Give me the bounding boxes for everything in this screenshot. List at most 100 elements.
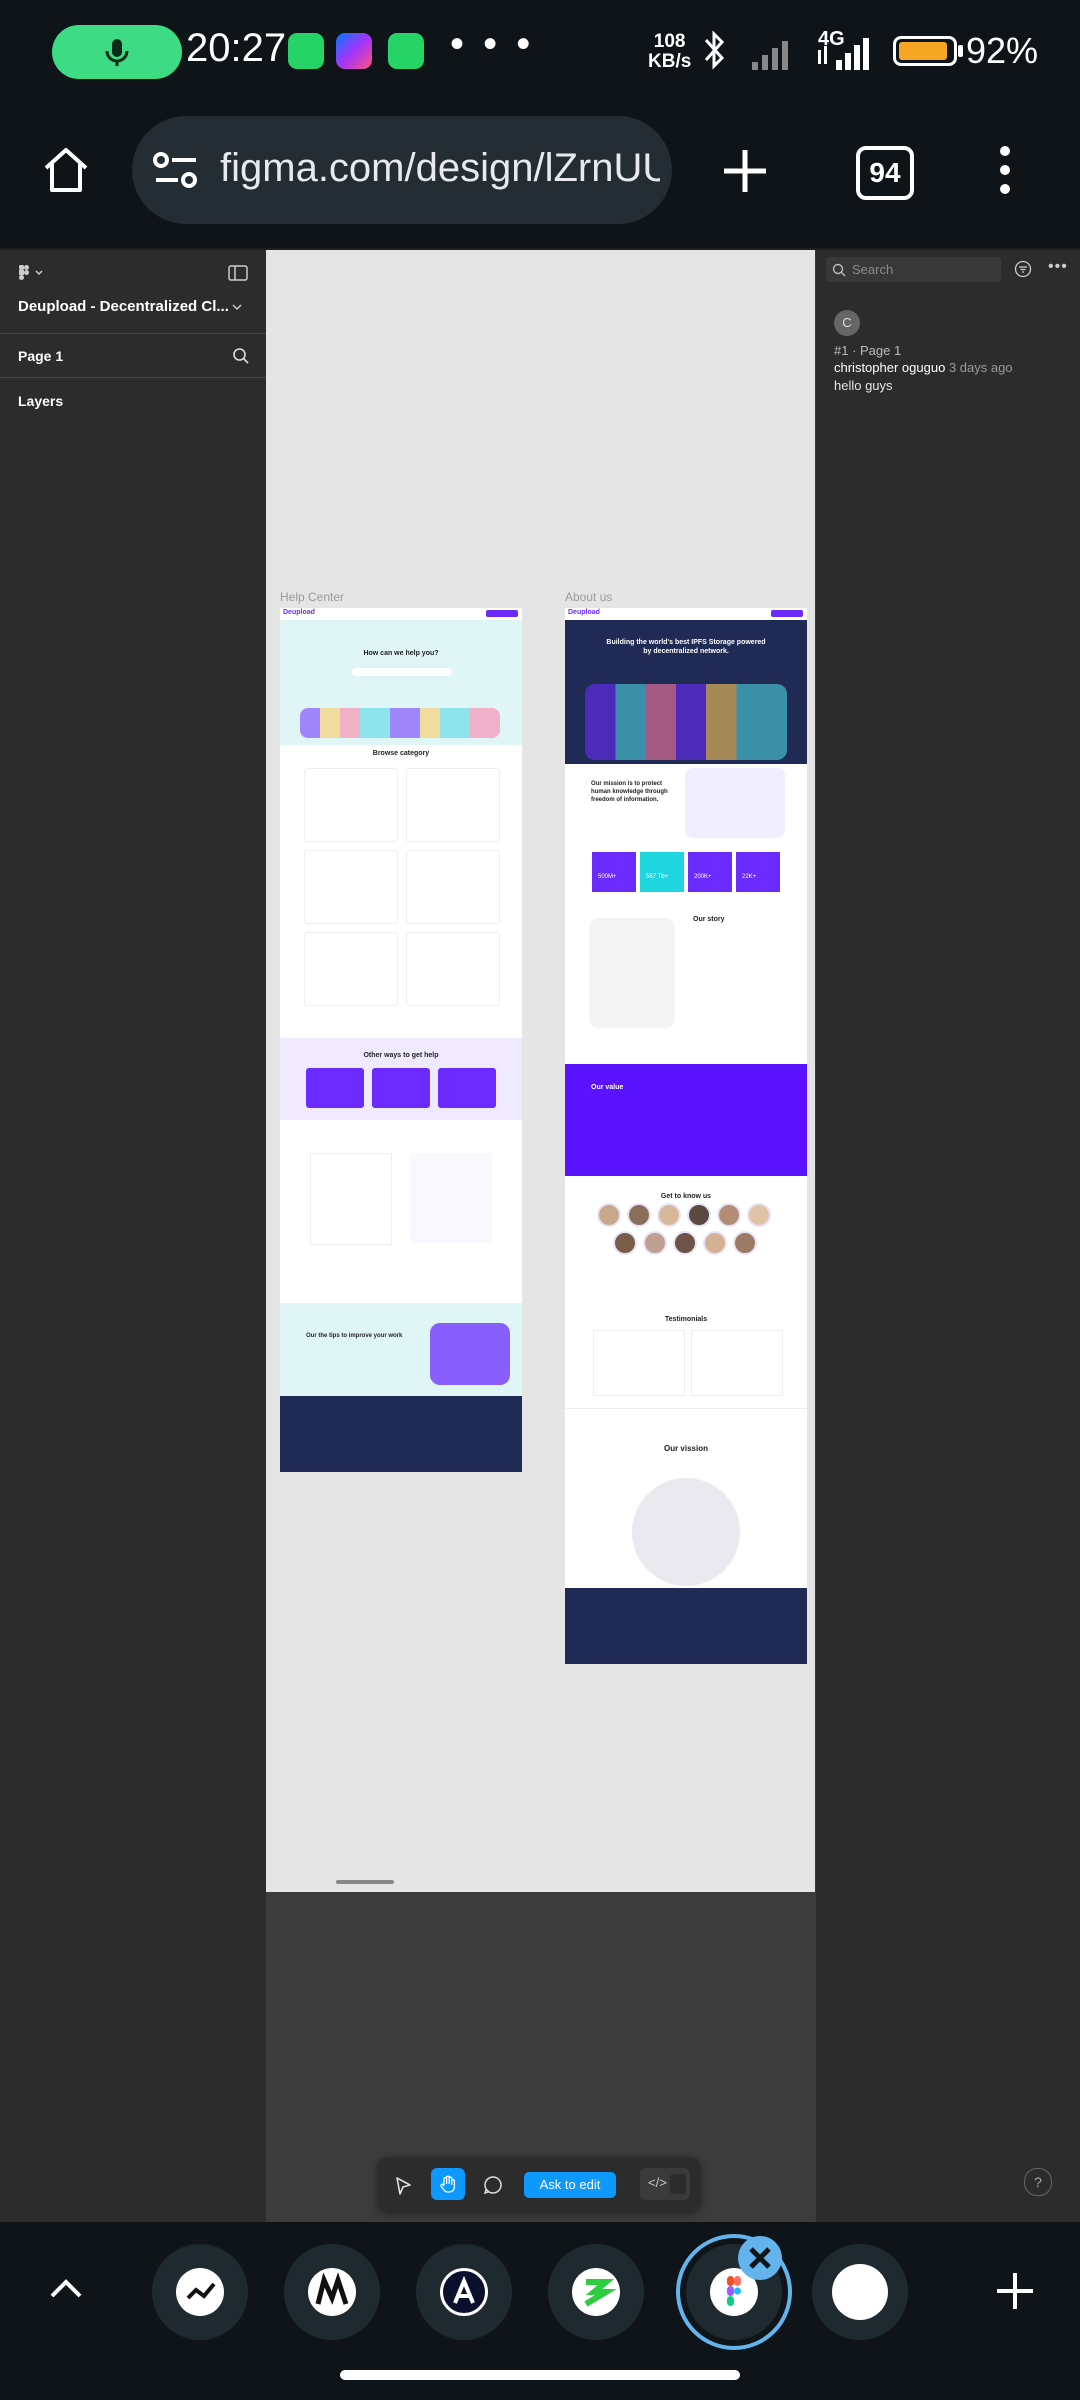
team-member-avatar [627, 1203, 651, 1227]
hc-contact-block [410, 1153, 492, 1243]
hc-other-ways: Other ways to get help [280, 1038, 522, 1120]
team-member-avatar [703, 1231, 727, 1255]
comment-author: christopher oguguo [834, 360, 946, 375]
move-tool-icon[interactable] [392, 2175, 414, 2197]
au-values-title: Our value [591, 1084, 624, 1091]
hc-hero: How can we help you? [280, 620, 522, 745]
comment-tool-icon[interactable] [483, 2175, 503, 2195]
network-speed: 108 KB/s [648, 31, 692, 72]
hc-other-ways-title: Other ways to get help [363, 1052, 439, 1059]
hc-tips-title: Our the tips to improve your work [306, 1333, 403, 1339]
au-stat-card: 22K+ [736, 852, 780, 892]
code-icon: </> [648, 2175, 667, 2190]
hc-help-card [372, 1068, 430, 1108]
au-stat-value: 500M+ [598, 874, 617, 880]
hc-logo: Deupload [283, 609, 315, 616]
dock-app-stocks[interactable] [152, 2244, 248, 2340]
avatar[interactable]: C [834, 310, 860, 336]
browser-menu-icon[interactable] [1000, 146, 1012, 203]
hc-faq-list [310, 1153, 392, 1245]
divider [565, 1408, 807, 1409]
toggle-sidebar-icon[interactable] [228, 265, 248, 281]
file-title[interactable]: Deupload - Decentralized Cl... [18, 298, 243, 315]
divider [0, 377, 266, 378]
team-member-avatar [657, 1203, 681, 1227]
messenger-icon [336, 33, 372, 69]
au-testimonial-card [691, 1330, 783, 1396]
hc-tips-illustration [430, 1323, 510, 1385]
team-member-avatar [613, 1231, 637, 1255]
team-member-avatar [717, 1203, 741, 1227]
page-selector[interactable]: Page 1 [18, 348, 63, 364]
comment-body: hello guys [834, 378, 893, 393]
close-app-button[interactable] [738, 2236, 782, 2280]
dock-app-circle[interactable] [812, 2244, 908, 2340]
hc-category-card [406, 850, 500, 924]
hand-icon [440, 2175, 456, 2193]
green-app-icon [584, 2279, 617, 2307]
clock: 20:27 [186, 26, 287, 70]
right-sidebar [815, 250, 1080, 2222]
microphone-indicator[interactable] [52, 25, 182, 79]
gesture-navigation-bar[interactable] [340, 2370, 740, 2380]
dock-app-mm[interactable] [284, 2244, 380, 2340]
hc-category-card [304, 768, 398, 842]
team-member-avatar [733, 1231, 757, 1255]
filter-icon[interactable] [1014, 260, 1032, 278]
divider [0, 333, 266, 334]
signal-icon-1 [752, 41, 788, 70]
frame-about-us[interactable]: Deupload Building the world's best IPFS … [565, 608, 807, 1664]
hc-hero-illustration [300, 708, 500, 738]
comment-location: #1 · Page 1 [834, 343, 902, 358]
au-testimonials-title: Testimonials [664, 1316, 708, 1323]
au-footer [565, 1588, 807, 1664]
hc-footer [280, 1396, 522, 1472]
add-app-icon[interactable] [994, 2270, 1036, 2312]
hc-category-card [304, 850, 398, 924]
bluetooth-icon [704, 30, 725, 70]
au-team-title: Get to know us [660, 1193, 712, 1200]
battery-percent: 92% [966, 30, 1039, 71]
hc-category-card [304, 932, 398, 1006]
ai-logo-icon [453, 2275, 475, 2304]
au-stat-value: 200K+ [694, 874, 712, 880]
au-story-title: Our story [693, 916, 725, 923]
search-icon[interactable] [232, 347, 250, 365]
au-stat-card: 567 Tb+ [640, 852, 684, 892]
frame-label-about-us[interactable]: About us [565, 590, 612, 604]
new-tab-icon[interactable] [722, 148, 768, 194]
au-nav-cta [771, 610, 803, 617]
au-hero-illustration [585, 684, 787, 760]
au-hero: Building the world's best IPFS Storage p… [565, 620, 807, 764]
figma-menu-icon[interactable] [18, 264, 48, 282]
dev-mode-toggle[interactable]: </> [640, 2168, 690, 2200]
more-options-icon[interactable]: ••• [1048, 258, 1068, 276]
home-icon[interactable] [40, 144, 92, 196]
chevron-down-icon[interactable] [232, 303, 242, 311]
ask-to-edit-button[interactable]: Ask to edit [524, 2172, 616, 2198]
au-vision-illustration [605, 1478, 767, 1586]
search-placeholder: Search [852, 262, 894, 277]
comment-author-line[interactable]: christopher oguguo 3 days ago [834, 360, 1013, 375]
hand-tool-button[interactable] [431, 2168, 465, 2200]
hc-category-card [406, 768, 500, 842]
team-member-avatar [597, 1203, 621, 1227]
au-hero-title: Building the world's best IPFS Storage p… [606, 639, 766, 655]
au-logo: Deupload [568, 609, 600, 616]
frame-help-center[interactable]: Deupload How can we help you? Browse cat… [280, 608, 522, 1472]
au-mission-illustration [685, 768, 785, 838]
dock-app-ai[interactable] [416, 2244, 512, 2340]
dock-app-green[interactable] [548, 2244, 644, 2340]
chevron-up-icon[interactable] [46, 2272, 86, 2302]
url-text[interactable]: figma.com/design/lZrnUU [220, 146, 660, 191]
canvas-scrollbar[interactable] [336, 1880, 394, 1884]
au-story-illustration [589, 918, 675, 1028]
signal-icon-2 [818, 38, 869, 70]
battery-icon [893, 36, 957, 66]
frame-label-help-center[interactable]: Help Center [280, 590, 344, 604]
site-settings-icon[interactable] [152, 150, 200, 190]
hc-nav-cta [486, 610, 518, 617]
tab-switcher-button[interactable]: 94 [856, 146, 914, 200]
comments-search-input[interactable]: Search [826, 257, 1001, 282]
help-button[interactable]: ? [1024, 2168, 1052, 2196]
